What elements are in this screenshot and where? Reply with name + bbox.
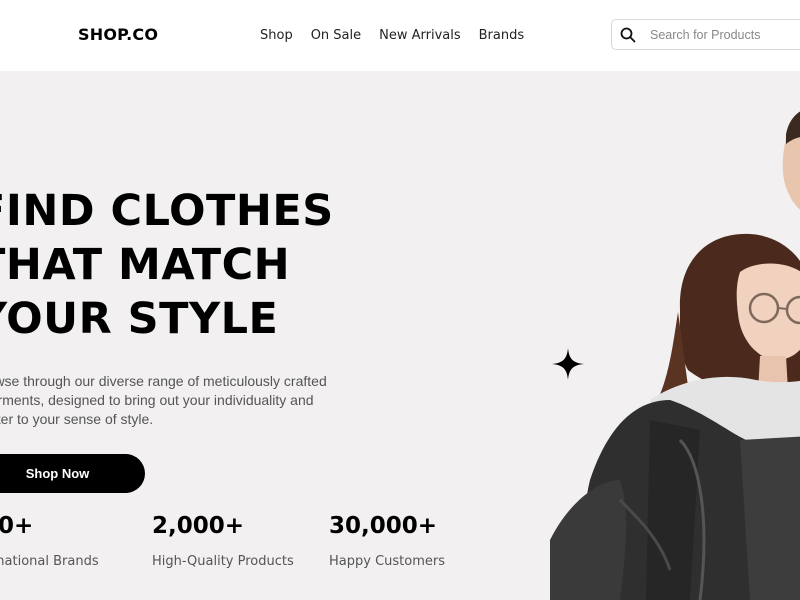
stat-value: 2,000+ — [152, 513, 245, 539]
stat-international-brands: 200+ International Brands — [0, 513, 99, 569]
hero-description: rowse through our diverse range of metic… — [0, 373, 327, 427]
stat-label: International Brands — [0, 554, 99, 569]
stat-label: Happy Customers — [329, 554, 445, 569]
hero-title: FIND CLOTHES THAT MATCH YOUR STYLE — [0, 184, 334, 346]
hero-section: FIND CLOTHES THAT MATCH YOUR STYLE rowse… — [0, 0, 800, 600]
stat-happy-customers: 30,000+ Happy Customers — [329, 513, 445, 569]
shop-now-button[interactable]: Shop Now — [0, 454, 145, 493]
hero-title-line-2: THAT MATCH — [0, 240, 291, 290]
stat-label: High-Quality Products — [152, 554, 294, 569]
hero-title-line-1: FIND CLOTHES — [0, 186, 334, 236]
hero-models-image — [550, 111, 800, 600]
stat-value: 30,000+ — [329, 513, 438, 539]
stat-value: 200+ — [0, 513, 34, 539]
hero-title-line-3: YOUR STYLE — [0, 294, 279, 344]
stat-high-quality-products: 2,000+ High-Quality Products — [152, 513, 294, 569]
